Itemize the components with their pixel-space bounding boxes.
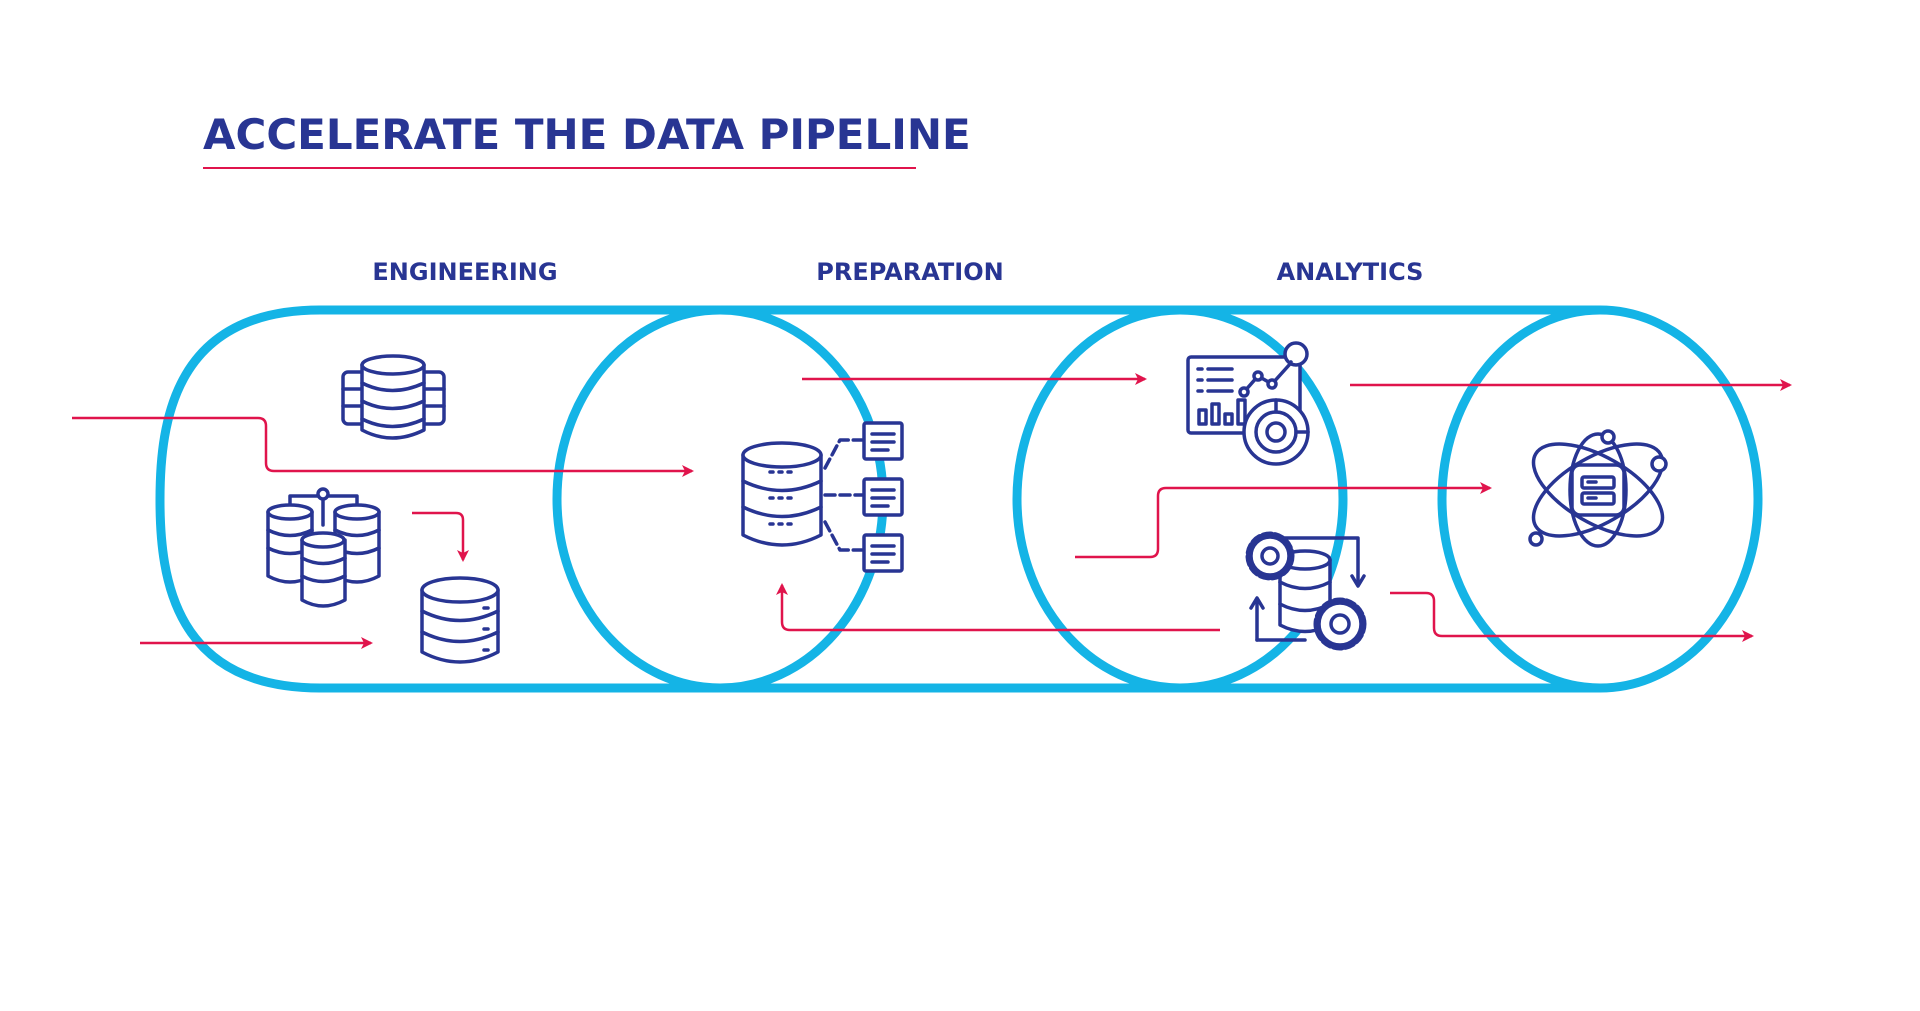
arrow-gears-to-output bbox=[1390, 591, 1754, 642]
server-stack-icon bbox=[341, 354, 446, 440]
data-science-atom-icon bbox=[1528, 429, 1668, 548]
distributed-database-icon bbox=[266, 487, 381, 608]
analytics-dashboard-icon bbox=[1186, 341, 1310, 466]
pipeline-diagram bbox=[72, 305, 1792, 693]
arrow-distributed-to-database bbox=[412, 511, 469, 562]
pipe-left-cap bbox=[155, 305, 321, 693]
database-split-icon bbox=[741, 421, 904, 573]
database-gears-icon bbox=[1245, 531, 1367, 651]
database-icon bbox=[420, 576, 500, 664]
pipe-section-ring-1 bbox=[552, 305, 888, 693]
